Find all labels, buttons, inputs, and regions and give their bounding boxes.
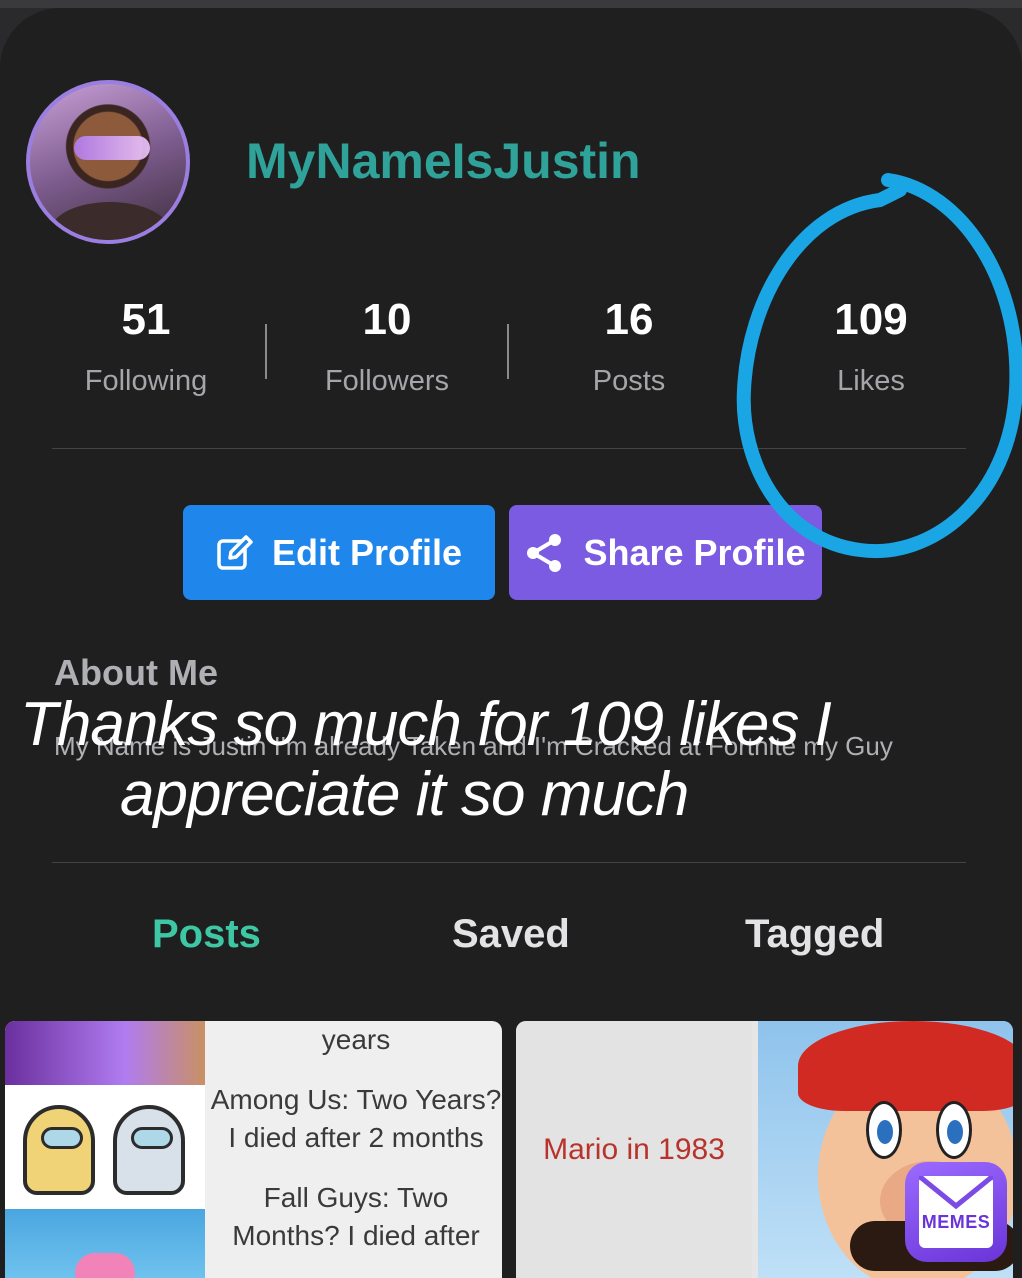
share-profile-button[interactable]: Share Profile [509,505,822,600]
shirt-graphic [50,202,170,240]
about-me-title: About Me [54,652,218,693]
stat-value: 16 [604,295,654,344]
stat-label: Followers [324,365,450,397]
memes-watermark-logo: MEMES [905,1162,1007,1262]
divider [52,862,966,863]
stat-label: Posts [592,365,666,397]
avatar[interactable] [26,80,190,244]
stat-following[interactable]: 51 Following [46,295,246,398]
post-caption: Mario in 1983 [543,1132,725,1166]
edit-profile-button[interactable]: Edit Profile [183,505,495,600]
post-text: years Among Us: Two Years? I died after … [210,1021,502,1277]
username: MyNameIsJustin [246,133,641,189]
tab-tagged[interactable]: Tagged [745,912,884,957]
fall-guy-graphic [75,1253,135,1278]
meme-caption-line-2: appreciate it so much [120,760,689,829]
stat-label: Following [84,365,208,397]
post-thumbnail[interactable]: years Among Us: Two Years? I died after … [5,1021,502,1278]
stat-followers[interactable]: 10 Followers [287,295,487,398]
meme-caption-line-1: Thanks so much for 109 likes I [20,690,832,759]
stat-value: 51 [121,295,171,344]
crewmate-white-graphic [113,1105,185,1195]
edit-profile-label: Edit Profile [271,531,463,573]
share-icon [525,532,565,574]
top-strip [0,0,1022,8]
meme-caption: Thanks so much for 109 likes I appreciat… [20,690,950,830]
share-profile-label: Share Profile [583,531,806,573]
post-caption-panel: Mario in 1983 [516,1021,752,1278]
memes-label: MEMES [921,1211,991,1232]
stat-divider [749,324,751,379]
stat-posts[interactable]: 16 Posts [529,295,729,398]
stat-value: 109 [834,295,908,344]
crewmate-yellow-graphic [23,1105,95,1195]
post-text-line: Among Us: Two Years? I died after 2 mont… [210,1084,502,1153]
post-text-line: years [321,1024,391,1055]
stat-divider [265,324,267,379]
post-image-collage [5,1021,205,1278]
tab-posts[interactable]: Posts [152,912,261,957]
divider [52,448,966,449]
stat-divider [507,324,509,379]
sunglasses-graphic [74,136,150,160]
stat-likes[interactable]: 109 Likes [771,295,971,398]
tab-saved[interactable]: Saved [452,912,570,957]
stat-label: Likes [837,365,905,397]
stat-value: 10 [362,295,412,344]
edit-icon [216,534,254,572]
post-text-line: Fall Guys: Two Months? I died after [232,1182,480,1251]
